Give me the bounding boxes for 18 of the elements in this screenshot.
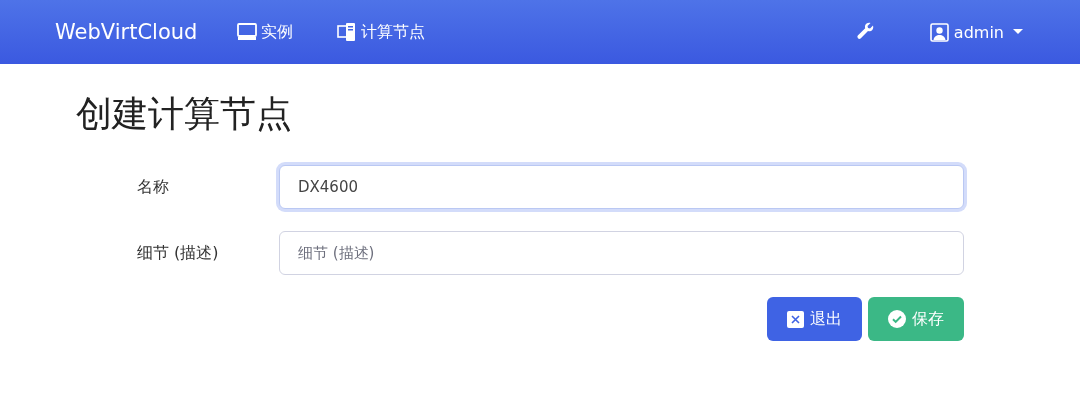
user-icon (929, 22, 949, 42)
nav-link[interactable]: 实例 (237, 21, 294, 43)
caret-icon (1013, 29, 1023, 35)
save-button[interactable]: 保存 (868, 297, 964, 341)
input-field[interactable]: 细节 (描述) (279, 231, 964, 275)
nav-link[interactable]: 计算节点 (337, 21, 426, 43)
brand-logo[interactable]: WebVirtCloud (55, 20, 198, 44)
close-icon (787, 310, 804, 328)
field-label: 名称 (137, 176, 170, 198)
input-field[interactable]: DX4600 (279, 165, 964, 209)
monitor-icon (237, 23, 258, 41)
wrench-icon[interactable] (855, 22, 876, 42)
user-menu[interactable]: admin (929, 22, 1023, 42)
page-title: 创建计算节点 (76, 92, 293, 136)
cancel-button[interactable]: 退出 (767, 297, 862, 341)
check-circle-icon (888, 310, 906, 328)
devices-icon (337, 22, 358, 42)
field-label: 细节 (描述) (137, 242, 220, 264)
